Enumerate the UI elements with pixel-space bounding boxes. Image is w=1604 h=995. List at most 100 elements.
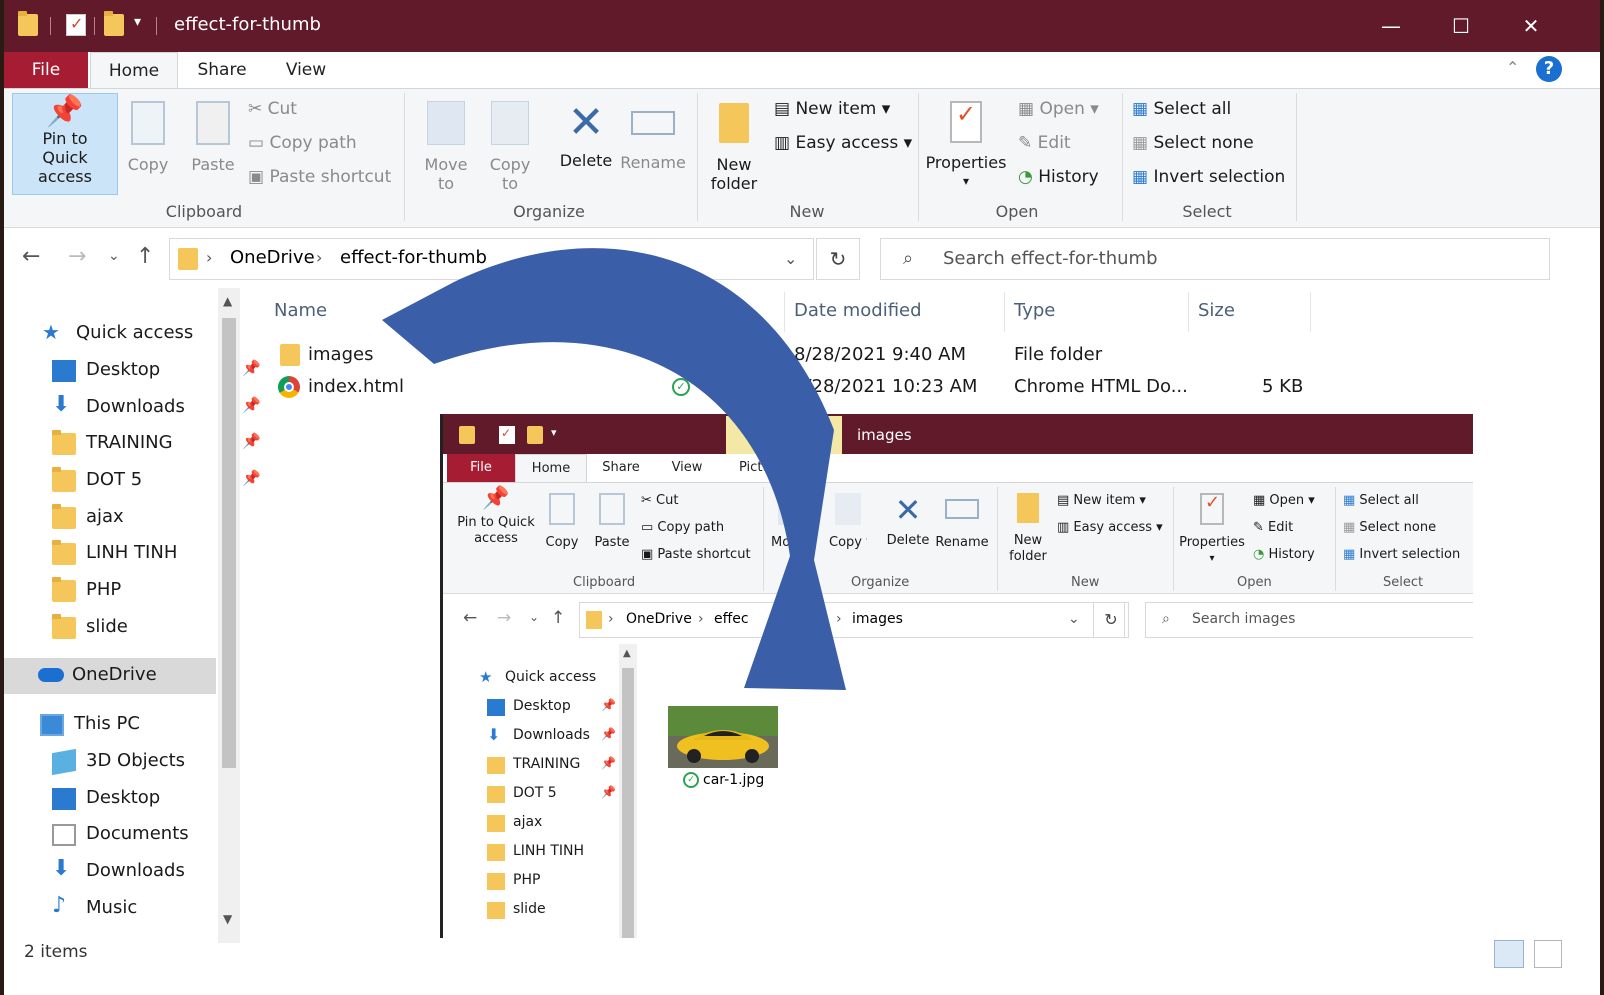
inner-copy-to-button[interactable]: Copy to: [829, 493, 867, 551]
nav-scrollbar[interactable]: ▲ ▼: [218, 288, 240, 943]
scroll-down-icon[interactable]: ▼: [223, 912, 232, 926]
new-item-button[interactable]: ▤ New item ▾: [774, 99, 890, 119]
inner-breadcrumb-effect[interactable]: effect-for-thumb: [714, 611, 748, 627]
inner-tab-view[interactable]: View: [659, 454, 715, 482]
recent-locations-icon[interactable]: ⌄: [529, 610, 539, 624]
inner-rename-button[interactable]: Rename: [935, 493, 989, 551]
inner-nav-scrollbar[interactable]: ▲: [619, 644, 637, 938]
help-icon[interactable]: ?: [1536, 56, 1562, 82]
inner-properties-button[interactable]: ✓ Properties ▾: [1179, 493, 1245, 567]
new-folder-quick-icon[interactable]: [104, 11, 124, 36]
address-dropdown-icon[interactable]: ⌄: [784, 249, 797, 268]
history-button[interactable]: ◔ History: [1018, 167, 1099, 187]
properties-quick-icon[interactable]: ✓: [499, 426, 515, 444]
car-thumbnail[interactable]: [668, 706, 778, 768]
copy-path-button[interactable]: ▭ Copy path: [248, 133, 357, 153]
inner-tab-file[interactable]: File: [447, 454, 515, 482]
select-none-button[interactable]: ▦ Select none: [1132, 133, 1254, 153]
easy-access-button[interactable]: ▥ Easy access ▾: [774, 133, 912, 153]
inner-invert-selection-button[interactable]: ▦ Invert selection: [1343, 547, 1460, 562]
inner-new-folder-button[interactable]: New folder: [1005, 493, 1051, 565]
nav-onedrive[interactable]: OneDrive: [4, 658, 216, 694]
close-button[interactable]: ✕: [1496, 0, 1566, 52]
details-view-icon[interactable]: [1494, 940, 1524, 968]
column-date-modified[interactable]: Date modified: [794, 300, 922, 321]
inner-select-none-button[interactable]: ▦ Select none: [1343, 520, 1436, 535]
inner-refresh-button[interactable]: ↻: [1093, 602, 1129, 638]
recent-locations-icon[interactable]: ⌄: [108, 248, 120, 264]
pin-quick-access-button[interactable]: 📌 Pin to Quick access: [12, 93, 118, 195]
collapse-ribbon-icon[interactable]: ⌃: [1506, 58, 1519, 77]
move-to-button[interactable]: Move to: [418, 97, 474, 193]
properties-quick-icon[interactable]: ✓: [66, 14, 86, 36]
tab-view[interactable]: View: [270, 52, 342, 88]
inner-edit-button[interactable]: ✎ Edit: [1253, 520, 1293, 535]
table-row[interactable]: index.html ✓ 8/28/2021 10:23 AM Chrome H…: [274, 372, 1314, 402]
inner-breadcrumb-onedrive[interactable]: OneDrive: [626, 611, 692, 627]
maximize-button[interactable]: ☐: [1426, 0, 1496, 52]
scrollbar-thumb[interactable]: [622, 668, 634, 938]
paste-shortcut-button[interactable]: ▣ Paste shortcut: [248, 167, 391, 187]
scrollbar-thumb[interactable]: [222, 318, 236, 768]
refresh-button[interactable]: ↻: [816, 238, 860, 280]
thumbnail-filename[interactable]: car-1.jpg: [703, 772, 764, 788]
table-row[interactable]: images ✓ 8/28/2021 9:40 AM File folder: [274, 340, 1314, 370]
back-arrow-icon[interactable]: ←: [463, 608, 477, 628]
column-status[interactable]: Status: [672, 300, 729, 321]
inner-move-to-button[interactable]: Move to: [771, 493, 811, 551]
forward-arrow-icon[interactable]: →: [68, 244, 86, 269]
scroll-up-icon[interactable]: ▲: [223, 294, 232, 308]
inner-paste-shortcut-button[interactable]: ▣ Paste shortcut: [641, 547, 751, 562]
minimize-button[interactable]: —: [1356, 0, 1426, 52]
tab-file[interactable]: File: [4, 52, 88, 88]
copy-to-button[interactable]: Copy to: [482, 97, 538, 193]
tab-share[interactable]: Share: [184, 52, 260, 88]
tab-home[interactable]: Home: [90, 52, 178, 88]
scroll-up-icon[interactable]: ▲: [623, 648, 631, 659]
column-type[interactable]: Type: [1014, 300, 1055, 321]
customize-toolbar-icon[interactable]: ▾: [551, 426, 557, 439]
inner-copy-path-button[interactable]: ▭ Copy path: [641, 520, 724, 535]
breadcrumb-current[interactable]: effect-for-thumb: [340, 247, 487, 268]
tab-manage[interactable]: Manage: [726, 416, 842, 454]
select-all-button[interactable]: ▦ Select all: [1132, 99, 1231, 119]
inner-new-item-button[interactable]: ▤ New item ▾: [1057, 493, 1146, 508]
inner-copy-button[interactable]: Copy: [541, 493, 583, 551]
address-bar[interactable]: › OneDrive › effect-for-thumb ⌄: [169, 238, 814, 280]
new-folder-button[interactable]: New folder: [704, 97, 764, 193]
address-dropdown-icon[interactable]: ⌄: [1068, 611, 1080, 627]
inner-tab-home[interactable]: Home: [515, 454, 587, 482]
column-size[interactable]: Size: [1198, 300, 1235, 321]
inner-paste-button[interactable]: Paste: [589, 493, 635, 551]
edit-button[interactable]: ✎ Edit: [1018, 133, 1071, 153]
inner-history-button[interactable]: ◔ History: [1253, 547, 1315, 562]
properties-button[interactable]: ✓ Properties ▾: [924, 97, 1008, 191]
inner-tab-share[interactable]: Share: [593, 454, 649, 482]
inner-select-all-button[interactable]: ▦ Select all: [1343, 493, 1419, 508]
inner-pin-button[interactable]: 📌 Pin to Quick access: [451, 488, 541, 547]
breadcrumb-onedrive[interactable]: OneDrive: [230, 247, 315, 268]
large-icons-view-icon[interactable]: [1534, 940, 1562, 968]
paste-button[interactable]: Paste: [186, 97, 240, 174]
inner-breadcrumb-images[interactable]: images: [852, 611, 903, 627]
inner-open-button[interactable]: ▦ Open ▾: [1253, 493, 1315, 508]
copy-button[interactable]: Copy: [122, 97, 174, 174]
cut-button[interactable]: ✂ Cut: [248, 99, 297, 119]
invert-selection-button[interactable]: ▦ Invert selection: [1132, 167, 1285, 187]
inner-tab-picture-tools[interactable]: Picture Tools: [727, 454, 843, 482]
up-arrow-icon[interactable]: ↑: [551, 608, 565, 628]
delete-button[interactable]: ✕ Delete: [556, 97, 616, 170]
back-arrow-icon[interactable]: ←: [22, 244, 40, 269]
inner-cut-button[interactable]: ✂ Cut: [641, 493, 678, 508]
forward-arrow-icon[interactable]: →: [497, 608, 511, 628]
customize-toolbar-icon[interactable]: ▾: [134, 14, 141, 30]
search-input[interactable]: ⌕ Search effect-for-thumb: [880, 238, 1550, 280]
up-arrow-icon[interactable]: ↑: [136, 244, 154, 269]
new-folder-quick-icon[interactable]: [527, 426, 543, 444]
inner-search-input[interactable]: ⌕ Search images: [1145, 602, 1473, 638]
inner-address-bar[interactable]: › OneDrive › effect-for-thumb › images ⌄: [579, 602, 1125, 638]
rename-button[interactable]: Rename: [618, 97, 688, 172]
column-name[interactable]: Name: [274, 300, 327, 321]
open-button[interactable]: ▦ Open ▾: [1018, 99, 1099, 119]
inner-easy-access-button[interactable]: ▥ Easy access ▾: [1057, 520, 1163, 535]
